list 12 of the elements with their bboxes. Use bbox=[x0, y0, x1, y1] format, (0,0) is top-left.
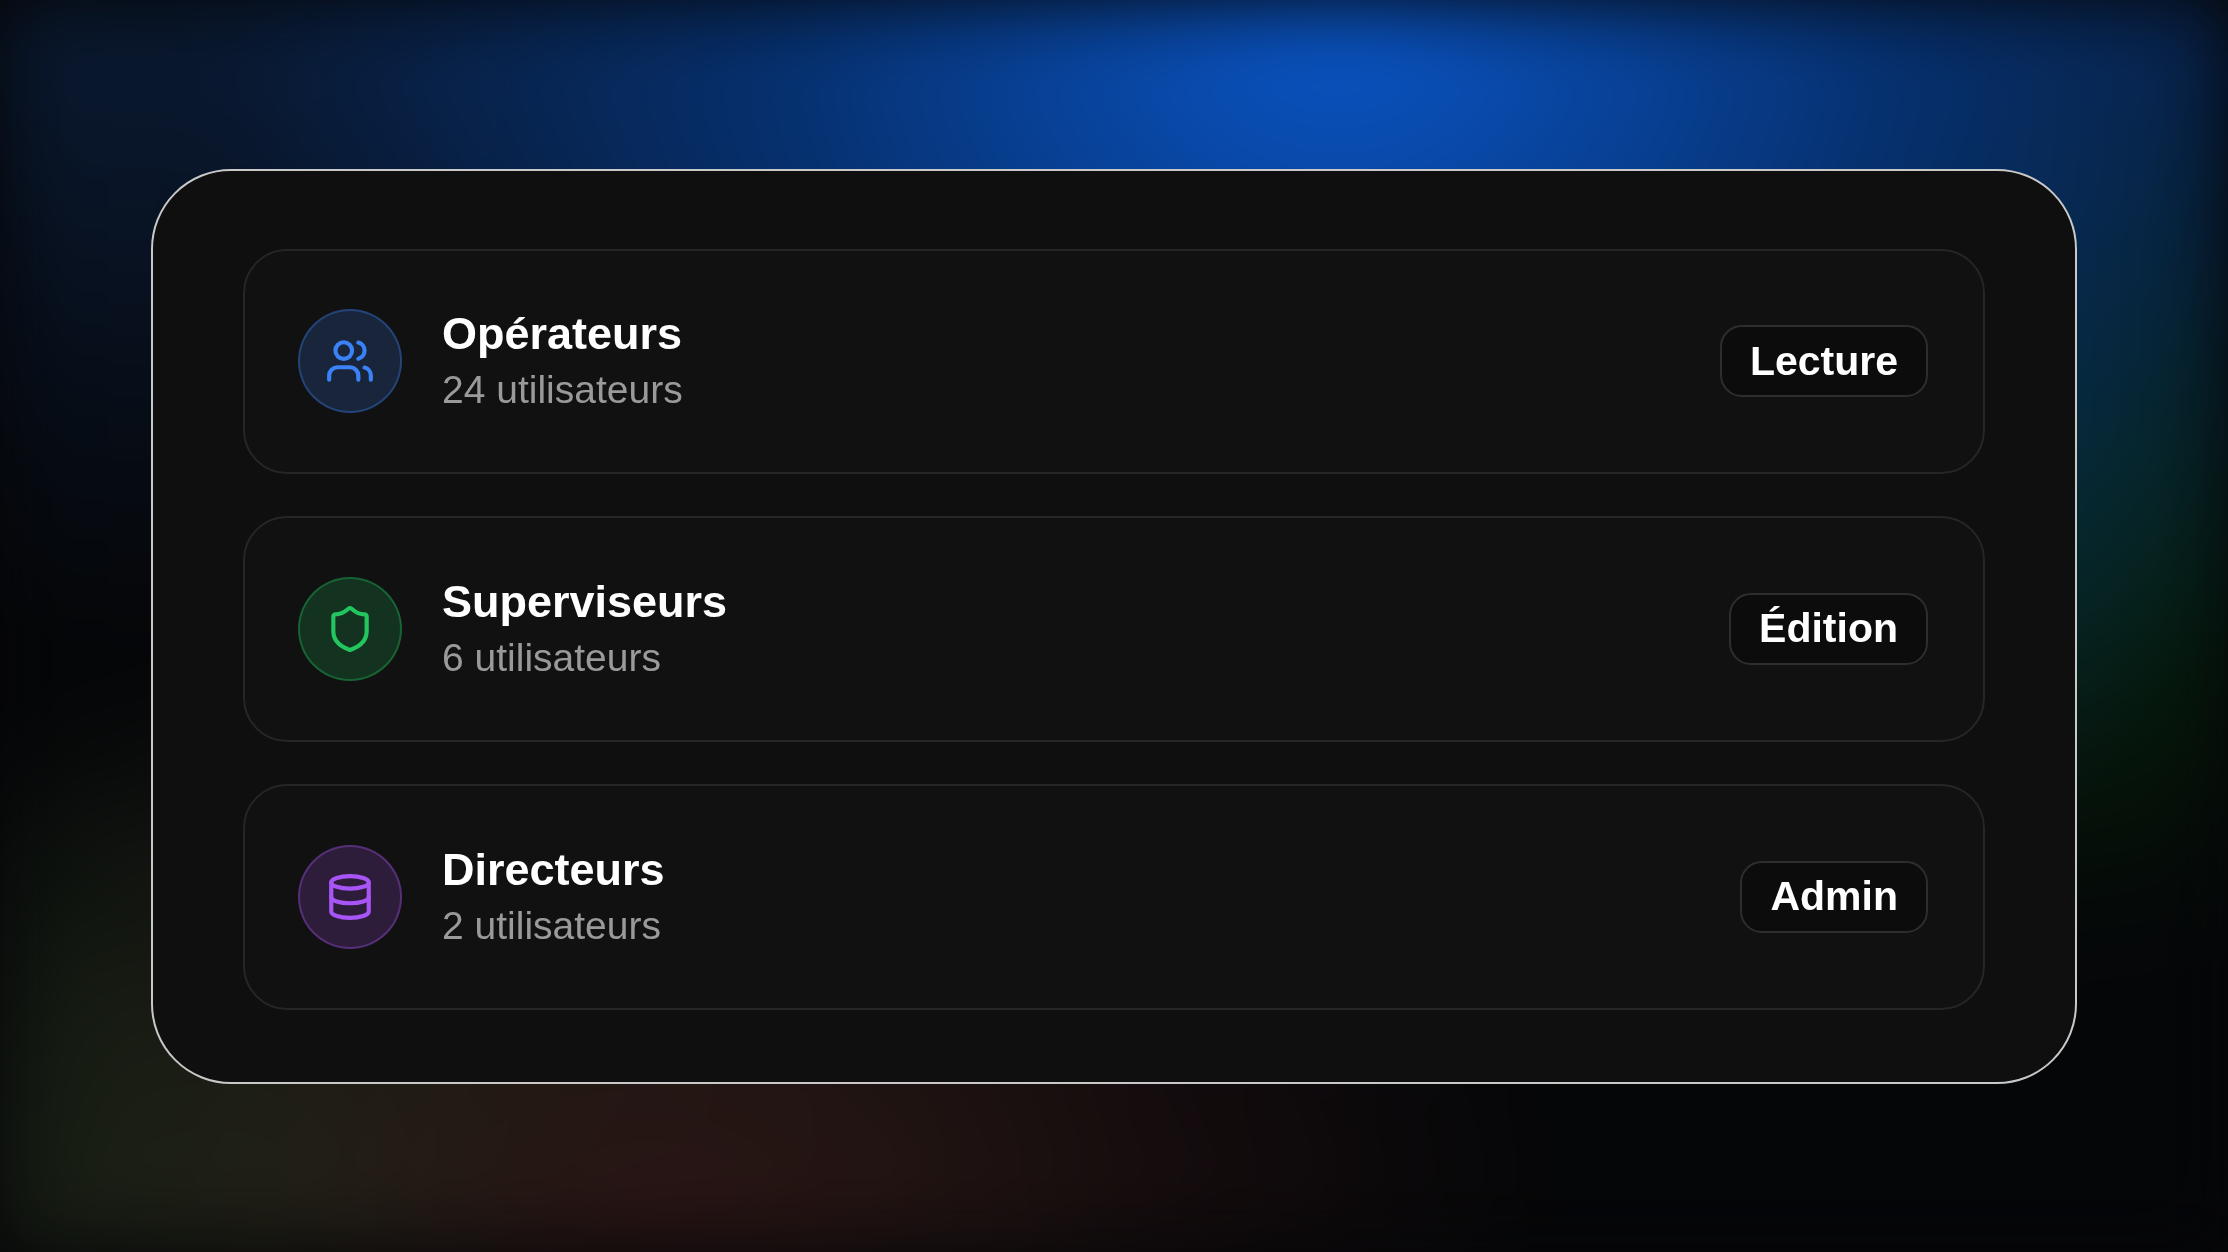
access-badge: Admin bbox=[1740, 860, 1928, 933]
user-count: 24 utilisateurs bbox=[442, 367, 684, 414]
group-row[interactable]: Superviseurs 6 utilisateurs Édition bbox=[243, 516, 1985, 742]
access-badge: Lecture bbox=[1719, 325, 1928, 398]
group-name: Superviseurs bbox=[442, 575, 729, 629]
group-row[interactable]: Opérateurs 24 utilisateurs Lecture bbox=[243, 248, 1985, 475]
user-count: 6 utilisateurs bbox=[442, 635, 662, 681]
user-count: 2 utilisateurs bbox=[442, 902, 662, 949]
group-name: Opérateurs bbox=[442, 307, 684, 362]
access-badge: Édition bbox=[1729, 593, 1928, 665]
group-row[interactable]: Directeurs 2 utilisateurs Admin bbox=[243, 783, 1985, 1010]
group-name: Directeurs bbox=[442, 842, 666, 897]
